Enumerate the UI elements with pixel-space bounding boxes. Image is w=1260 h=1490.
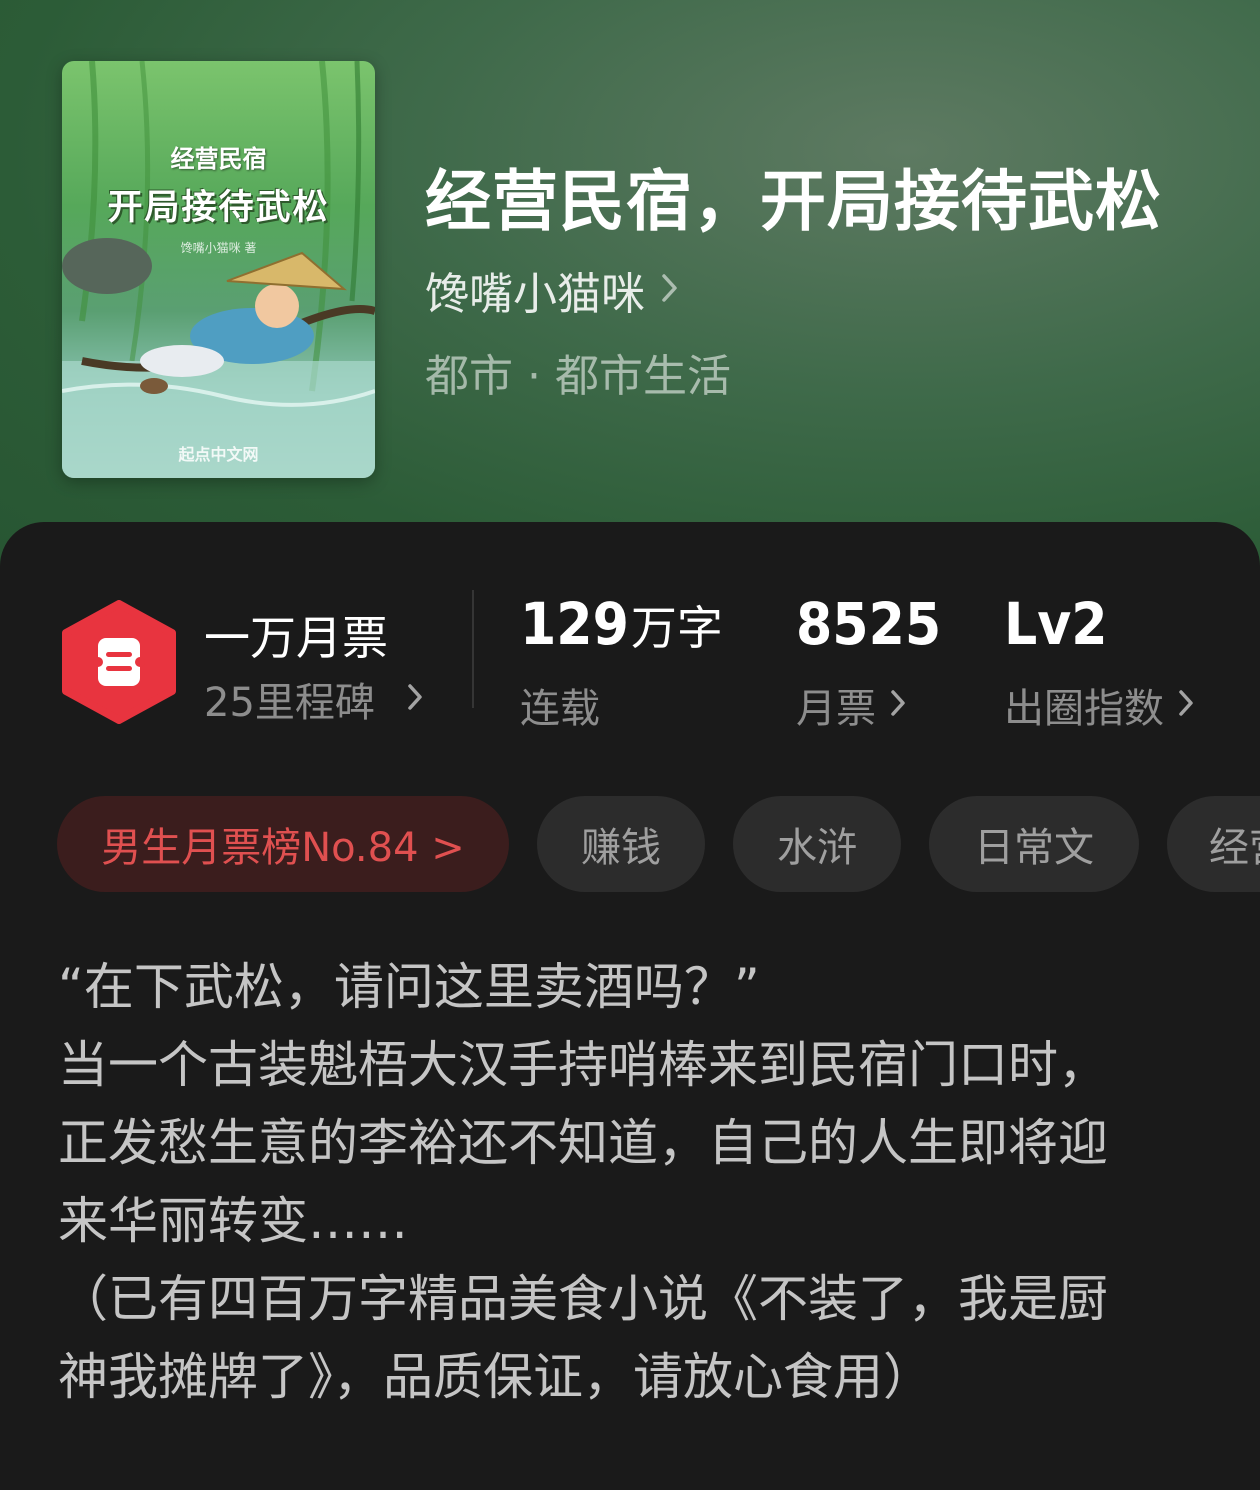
tag-chip[interactable]: 赚钱 — [537, 796, 705, 892]
cover-title-text: 开局接待武松 — [107, 187, 330, 228]
influence-index-link[interactable]: 出圈指数 — [1004, 676, 1194, 734]
word-count: 129万字 — [520, 590, 723, 658]
chevron-right-icon — [890, 682, 906, 728]
chevron-right-icon — [1178, 682, 1194, 728]
book-genre[interactable]: 都市 · 都市生活 — [425, 340, 731, 404]
book-cover[interactable]: 经营民宿 开局接待武松 馋嘴小猫咪 著 起点中文网 — [62, 61, 375, 478]
synopsis-line: 来华丽转变…… — [58, 1192, 408, 1250]
monthly-ticket-link[interactable]: 月票 — [796, 676, 906, 734]
tag-chip[interactable]: 水浒 — [733, 796, 901, 892]
book-title: 经营民宿，开局接待武松 — [425, 162, 1162, 240]
synopsis-line: 当一个古装魁梧大汉手持哨棒来到民宿门口时， — [58, 1036, 1108, 1094]
word-count-value: 129 — [520, 590, 629, 658]
synopsis-line: 正发愁生意的李裕还不知道，自己的人生即将迎 — [58, 1114, 1108, 1172]
cover-publisher-text: 起点中文网 — [178, 445, 259, 464]
cover-series-text: 经营民宿 — [170, 144, 267, 173]
tag-chip[interactable]: 日常文 — [929, 796, 1139, 892]
author-name: 馋嘴小猫咪 — [425, 269, 645, 320]
serial-status-label: 连载 — [520, 686, 600, 732]
serial-status: 连载 — [520, 676, 600, 734]
word-count-unit: 万字 — [630, 601, 723, 655]
influence-level: Lv2 — [1004, 590, 1108, 658]
milestone-title: 一万月票 — [204, 611, 388, 665]
stat-divider — [472, 590, 474, 708]
synopsis-line: （已有四百万字精品美食小说《不装了，我是厨 — [58, 1270, 1108, 1328]
rank-tag[interactable]: 男生月票榜No.84 > — [57, 796, 509, 892]
cover-illustration — [62, 61, 375, 478]
tag-chip[interactable]: 经营 — [1167, 796, 1260, 892]
author-link[interactable]: 馋嘴小猫咪 — [425, 258, 679, 322]
synopsis-line: “在下武松，请问这里卖酒吗？” — [58, 958, 760, 1016]
synopsis-line: 神我摊牌了》，品质保证，请放心食用） — [58, 1348, 933, 1406]
chevron-right-icon — [407, 676, 423, 722]
ticket-icon — [93, 638, 145, 686]
milestone-sub: 25里程碑 — [204, 680, 375, 726]
monthly-ticket-label: 月票 — [796, 686, 876, 732]
influence-index-label: 出圈指数 — [1004, 686, 1164, 732]
cover-author-text: 馋嘴小猫咪 著 — [180, 241, 257, 255]
monthly-ticket-badge[interactable] — [60, 600, 178, 728]
monthly-ticket-count: 8525 — [796, 590, 942, 658]
synopsis: “在下武松，请问这里卖酒吗？” 当一个古装魁梧大汉手持哨棒来到民宿门口时， 正发… — [58, 948, 1208, 1416]
chevron-right-icon — [661, 272, 679, 308]
milestone-link[interactable]: 25里程碑 — [204, 670, 423, 728]
